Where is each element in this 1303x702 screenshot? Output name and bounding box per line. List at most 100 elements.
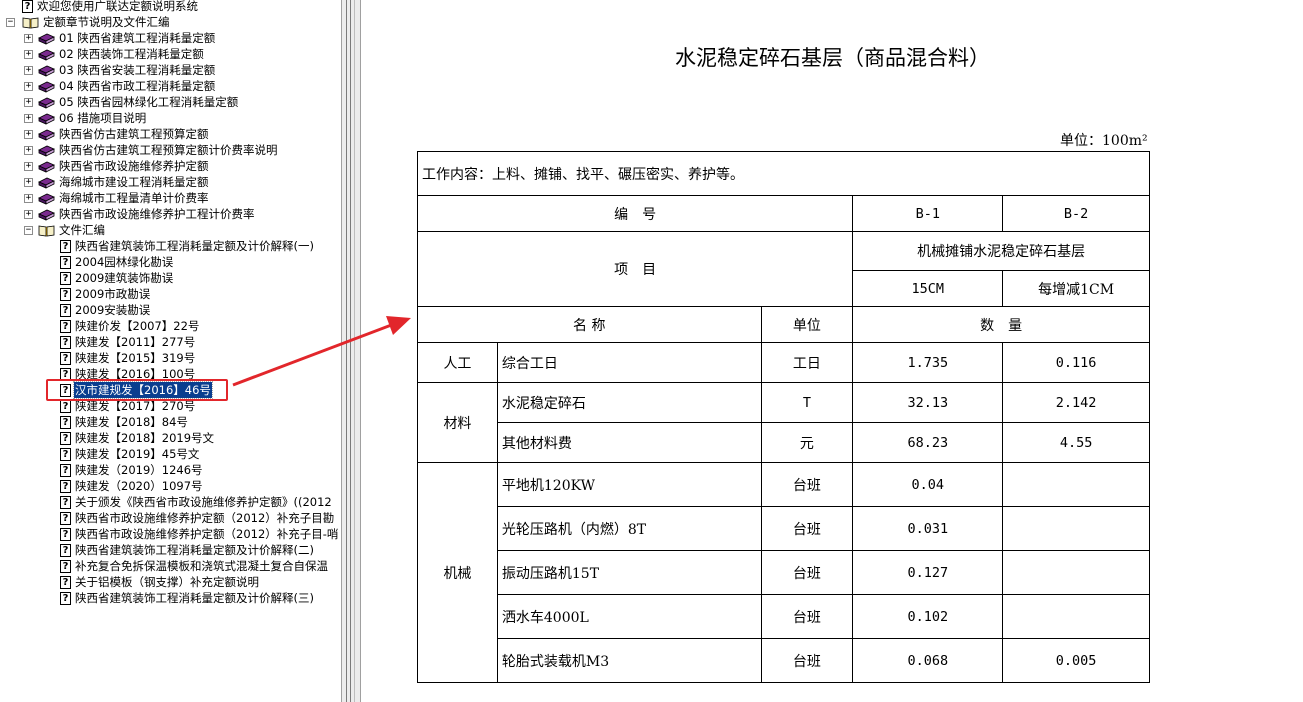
tree-item[interactable]: ? 陕西省建筑装饰工程消耗量定额及计价解释(三) (60, 590, 315, 606)
qty-b1: 0.04 (852, 462, 1004, 507)
tree-item[interactable]: ? 2009市政勘误 (60, 286, 151, 302)
tree-item[interactable]: + 陕西省仿古建筑工程预算定额计价费率说明 (24, 142, 279, 158)
expand-icon[interactable]: + (24, 82, 33, 91)
category-labor: 人工 (417, 342, 498, 383)
category-machine: 机械 (417, 462, 498, 683)
tree-item[interactable]: ? 陕建发【2018】2019号文 (60, 430, 215, 446)
tree-item-label-selected: 汉市建规发【2016】46号 (73, 381, 213, 399)
qty-b1: 0.068 (852, 638, 1004, 683)
expand-icon[interactable]: + (24, 114, 33, 123)
tree-item[interactable]: +02 陕西装饰工程消耗量定额 (24, 46, 205, 62)
table-row: 人工 综合工日 工日 1.735 0.116 (417, 342, 1150, 383)
code-b2: B-2 (1002, 195, 1150, 232)
expand-icon[interactable]: + (24, 146, 33, 155)
page-title: 水泥稳定碎石基层（商品混合料） (675, 46, 990, 70)
tree-item-label: 关于铝模板（钢支撑）补充定额说明 (75, 575, 259, 589)
expand-icon[interactable]: + (24, 50, 33, 59)
tree-item[interactable]: ? 补充复合免拆保温模板和浇筑式混凝土复合自保温 (60, 558, 329, 574)
tree-item[interactable]: ? 关于铝模板（钢支撑）补充定额说明 (60, 574, 260, 590)
tree-item-label: 海绵城市建设工程消耗量定额 (59, 175, 209, 189)
tree-item[interactable]: ? 陕建发【2011】277号 (60, 334, 196, 350)
tree-item[interactable]: ? 陕建发（2019）1246号 (60, 462, 204, 478)
tree-item[interactable]: − 定额章节说明及文件汇编 (6, 14, 171, 30)
help-icon: ? (60, 463, 71, 477)
table-row: 材料 水泥稳定碎石 T 32.13 2.142 (417, 382, 1150, 463)
tree-item[interactable]: +01 陕西省建筑工程消耗量定额 (24, 30, 216, 46)
tree-item[interactable]: +06 措施项目说明 (24, 110, 147, 126)
expand-icon[interactable]: + (24, 178, 33, 187)
expand-icon[interactable]: + (24, 210, 33, 219)
tree-item-label: 陕西省建筑装饰工程消耗量定额及计价解释(三) (75, 591, 314, 605)
tree-item[interactable]: ? 陕建发【2015】319号 (60, 350, 196, 366)
tree-item[interactable]: + 海绵城市建设工程消耗量定额 (24, 174, 210, 190)
tree-item[interactable]: ? 欢迎您使用广联达定额说明系统 (22, 0, 199, 14)
tree-item[interactable]: +03 陕西省安装工程消耗量定额 (24, 62, 216, 78)
book-stack-icon (38, 33, 55, 45)
expand-icon[interactable]: + (24, 194, 33, 203)
expand-icon[interactable]: + (24, 98, 33, 107)
expand-icon[interactable]: + (24, 162, 33, 171)
tree-item[interactable]: + 陕西省市政设施维修养护定额 (24, 158, 210, 174)
help-icon: ? (60, 543, 71, 557)
tree-item[interactable]: ? 陕建发【2019】45号文 (60, 446, 200, 462)
tree-item[interactable]: ? 汉市建规发【2016】46号 (60, 381, 213, 399)
collapse-icon[interactable]: − (24, 226, 33, 235)
help-icon: ? (60, 527, 71, 541)
expand-icon[interactable]: + (24, 34, 33, 43)
tree-item[interactable]: ? 2009建筑装饰勘误 (60, 270, 174, 286)
resource-name: 平地机120KW (496, 462, 762, 507)
expand-icon[interactable]: + (24, 130, 33, 139)
tree-item[interactable]: ? 陕建发【2018】84号 (60, 414, 189, 430)
tree-item-label: 02 陕西装饰工程消耗量定额 (59, 47, 204, 61)
tree-item[interactable]: ? 陕建发【2017】270号 (60, 398, 196, 414)
unit-label: 单位：100m² (1060, 133, 1148, 149)
help-icon: ? (60, 479, 71, 493)
tree-item[interactable]: ? 陕建价发【2007】22号 (60, 318, 200, 334)
qty-b2 (1002, 506, 1150, 551)
qty-b2 (1002, 550, 1150, 595)
tree-item[interactable]: + 海绵城市工程量清单计价费率 (24, 190, 210, 206)
table-row: 光轮压路机（内燃）8T 台班 0.031 (418, 506, 1150, 551)
tree-item[interactable]: + 陕西省市政设施维修养护工程计价费率 (24, 206, 256, 222)
help-icon: ? (60, 335, 71, 349)
help-icon: ? (60, 415, 71, 429)
help-icon: ? (60, 319, 71, 333)
help-icon: ? (60, 575, 71, 589)
tree-item-label: 陕西省建筑装饰工程消耗量定额及计价解释(二) (75, 543, 314, 557)
tree-item[interactable]: ? 陕西省市政设施维修养护定额（2012）补充子目勘 (60, 510, 335, 526)
tree-item[interactable]: ? 2004园林绿化勘误 (60, 254, 174, 270)
category-material: 材料 (417, 382, 498, 463)
resource-unit: 工日 (760, 342, 854, 383)
tree-item[interactable]: ? 陕建发【2016】100号 (60, 366, 196, 382)
help-icon: ? (60, 495, 71, 509)
help-icon: ? (60, 255, 71, 269)
tree-item[interactable]: ? 陕西省建筑装饰工程消耗量定额及计价解释(一) (60, 238, 315, 254)
qty-b2: 2.142 (1002, 382, 1150, 423)
tree-item[interactable]: ? 陕西省建筑装饰工程消耗量定额及计价解释(二) (60, 542, 315, 558)
tree-item[interactable]: − 文件汇编 (24, 222, 106, 238)
collapse-icon[interactable]: − (6, 18, 15, 27)
unit-header: 单位 (760, 306, 854, 343)
panel-splitter[interactable] (341, 0, 361, 702)
tree-item-label: 04 陕西省市政工程消耗量定额 (59, 79, 216, 93)
tree-item[interactable]: +05 陕西省园林绿化工程消耗量定额 (24, 94, 239, 110)
tree-item[interactable]: ? 关于颁发《陕西省市政设施维修养护定额》((2012 (60, 494, 333, 510)
tree-item-label: 陕西省仿古建筑工程预算定额计价费率说明 (59, 143, 278, 157)
code-header: 编 号 (416, 195, 854, 232)
tree-item[interactable]: ? 陕建发（2020）1097号 (60, 478, 204, 494)
tree-item-label: 陕建发【2011】277号 (75, 335, 196, 349)
tree-item-label: 陕西省市政设施维修养护定额 (59, 159, 209, 173)
qty-b2 (1002, 594, 1150, 639)
code-b1: B-1 (852, 195, 1004, 232)
expand-icon[interactable]: + (24, 66, 33, 75)
tree-item[interactable]: ? 2009安装勘误 (60, 302, 151, 318)
tree-item-label: 陕建发（2020）1097号 (75, 479, 203, 493)
table-row: 机械 平地机120KW 台班 0.04 (417, 462, 1150, 683)
tree-item[interactable]: +04 陕西省市政工程消耗量定额 (24, 78, 216, 94)
tree-item[interactable]: + 陕西省仿古建筑工程预算定额 (24, 126, 210, 142)
tree-item[interactable]: ? 陕西省市政设施维修养护定额（2012）补充子目-哨 (60, 526, 339, 542)
qty-b1: 68.23 (852, 422, 1004, 463)
table-row: 洒水车4000L 台班 0.102 (418, 594, 1150, 639)
book-stack-icon (38, 113, 55, 125)
qty-b2: 0.005 (1002, 638, 1150, 683)
